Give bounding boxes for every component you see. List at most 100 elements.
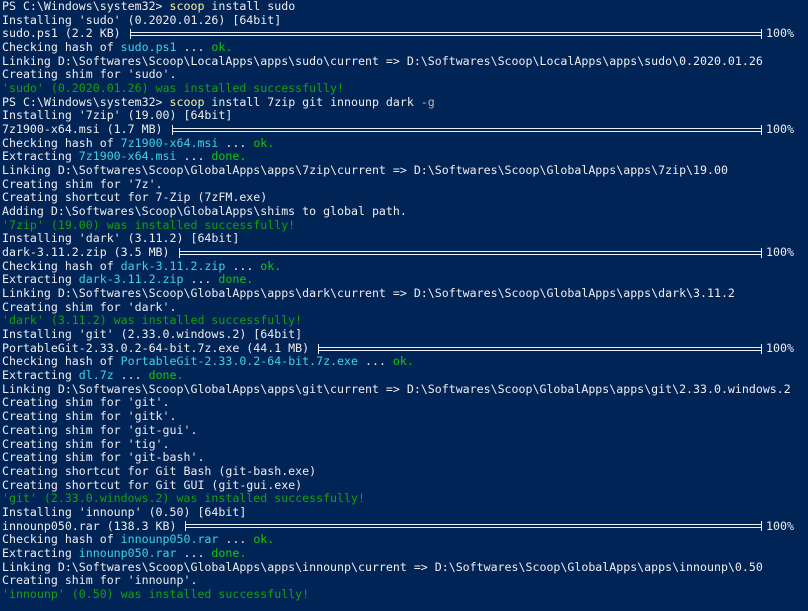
- terminal-text-segment: Extracting: [2, 273, 79, 287]
- terminal-line: Checking hash of innounp050.rar ... ok.: [2, 533, 808, 547]
- terminal-text-segment: 'innounp' (0.50) was installed successfu…: [2, 587, 310, 601]
- progress-percent: 100%: [766, 27, 794, 41]
- terminal-text-segment: Linking D:\Softwares\Scoop\GlobalApps\ap…: [2, 560, 763, 574]
- terminal-text-segment: Checking hash of: [2, 41, 121, 55]
- terminal-text-segment: Installing 'git' (2.33.0.windows.2) [64b…: [2, 328, 303, 342]
- terminal-line: 'dark' (3.11.2) was installed successful…: [2, 314, 808, 328]
- terminal-text-segment: ...: [176, 41, 212, 55]
- progress-bar-fill: [179, 250, 761, 255]
- terminal-line: Linking D:\Softwares\Scoop\GlobalApps\ap…: [2, 383, 808, 397]
- terminal-text-segment: sudo.ps1: [120, 41, 177, 55]
- terminal-text-segment: ...: [176, 546, 212, 560]
- terminal-text-segment: PortableGit-2.33.0.2-64-bit.7z.exe: [120, 355, 358, 369]
- terminal-text-segment: ...: [218, 533, 254, 547]
- progress-percent: 100%: [766, 246, 794, 260]
- progress-bar: [171, 124, 762, 135]
- terminal-line: 'innounp' (0.50) was installed successfu…: [2, 588, 808, 602]
- terminal-text-segment: ok.: [392, 355, 414, 369]
- terminal-text-segment: Installing 'sudo' (0.2020.01.26) [64bit]: [2, 13, 282, 27]
- terminal-line: Checking hash of 7z1900-x64.msi ... ok.: [2, 137, 808, 151]
- progress-bar-fill: [172, 127, 761, 132]
- terminal-line: Creating shim for 'git'.: [2, 396, 808, 410]
- download-progress-line: sudo.ps1 (2.2 KB) 100%: [2, 27, 808, 41]
- progress-bar-fill: [319, 346, 761, 351]
- terminal-text-segment: scoop: [169, 0, 205, 13]
- terminal-text-segment: 'dark' (3.11.2) was installed successful…: [2, 314, 303, 328]
- terminal-text-segment: Creating shortcut for Git Bash (git-bash…: [2, 464, 317, 478]
- terminal-text-segment: Creating shortcut for Git GUI (git-gui.e…: [2, 478, 303, 492]
- terminal-text-segment: Extracting: [2, 369, 79, 383]
- terminal-text-segment: Extracting: [2, 546, 79, 560]
- download-progress-line: innounp050.rar (138.3 KB) 100%: [2, 520, 808, 534]
- terminal-text-segment: Extracting: [2, 150, 79, 164]
- terminal-line: 'git' (2.33.0.windows.2) was installed s…: [2, 492, 808, 506]
- terminal-line: PS C:\Windows\system32> scoop install su…: [2, 0, 808, 14]
- terminal-text-segment: ...: [183, 273, 219, 287]
- terminal-line: Installing '7zip' (19.00) [64bit]: [2, 109, 808, 123]
- terminal-line: Linking D:\Softwares\Scoop\LocalApps\app…: [2, 55, 808, 69]
- terminal-text-segment: done.: [211, 546, 247, 560]
- terminal-text-segment: Creating shim for 'gitk'.: [2, 410, 177, 424]
- terminal-line: '7zip' (19.00) was installed successfull…: [2, 219, 808, 233]
- terminal-text-segment: install sudo: [204, 0, 296, 13]
- terminal-text-segment: dark-3.11.2.zip: [120, 259, 226, 273]
- terminal-text-segment: Checking hash of: [2, 533, 121, 547]
- terminal-text-segment: -g: [420, 95, 435, 109]
- terminal-text-segment: done.: [148, 369, 184, 383]
- terminal-text-segment: Installing 'dark' (3.11.2) [64bit]: [2, 232, 240, 246]
- terminal-text-segment: dl.7z: [78, 369, 114, 383]
- download-progress-line: 7z1900-x64.msi (1.7 MB) 100%: [2, 123, 808, 137]
- progress-bar: [185, 521, 762, 532]
- terminal-text-segment: innounp050.rar: [120, 533, 219, 547]
- terminal-line: Linking D:\Softwares\Scoop\GlobalApps\ap…: [2, 164, 808, 178]
- powershell-terminal[interactable]: PS C:\Windows\system32> scoop install su…: [0, 0, 808, 611]
- terminal-text-segment: Linking D:\Softwares\Scoop\LocalApps\app…: [2, 54, 763, 68]
- terminal-text-segment: 7z1900-x64.msi: [120, 136, 219, 150]
- terminal-text-segment: sudo.ps1 (2.2 KB): [2, 27, 128, 41]
- terminal-text-segment: ok.: [260, 259, 282, 273]
- terminal-line: Creating shim for 'git-gui'.: [2, 424, 808, 438]
- terminal-text-segment: '7zip' (19.00) was installed successfull…: [2, 218, 296, 232]
- terminal-text-segment: innounp050.rar (138.3 KB): [2, 519, 184, 533]
- terminal-text-segment: Checking hash of: [2, 355, 121, 369]
- terminal-line: Checking hash of dark-3.11.2.zip ... ok.: [2, 260, 808, 274]
- terminal-text-segment: 'git' (2.33.0.windows.2) was installed s…: [2, 492, 365, 506]
- terminal-line: Checking hash of sudo.ps1 ... ok.: [2, 41, 808, 55]
- terminal-text-segment: dark-3.11.2.zip (3.5 MB): [2, 246, 177, 260]
- terminal-line: Installing 'git' (2.33.0.windows.2) [64b…: [2, 328, 808, 342]
- terminal-line: Linking D:\Softwares\Scoop\GlobalApps\ap…: [2, 561, 808, 575]
- progress-bar: [129, 29, 762, 40]
- terminal-text-segment: Creating shim for '7z'.: [2, 177, 163, 191]
- terminal-text-segment: ...: [358, 355, 393, 369]
- terminal-text-segment: Creating shim for 'git-gui'.: [2, 423, 198, 437]
- terminal-line: 'sudo' (0.2020.01.26) was installed succ…: [2, 82, 808, 96]
- progress-percent: 100%: [766, 123, 794, 137]
- progress-bar-fill: [186, 524, 761, 529]
- progress-percent: 100%: [766, 341, 794, 355]
- terminal-line: Installing 'dark' (3.11.2) [64bit]: [2, 232, 808, 246]
- terminal-text-segment: ok.: [253, 136, 275, 150]
- terminal-text-segment: Installing 'innounp' (0.50) [64bit]: [2, 505, 247, 519]
- terminal-line: Creating shim for 'innounp'.: [2, 574, 808, 588]
- terminal-text-segment: done.: [218, 273, 254, 287]
- terminal-line: PS C:\Windows\system32> scoop install 7z…: [2, 96, 808, 110]
- terminal-text-segment: PortableGit-2.33.0.2-64-bit.7z.exe (44.1…: [2, 341, 317, 355]
- download-progress-line: PortableGit-2.33.0.2-64-bit.7z.exe (44.1…: [2, 342, 808, 356]
- download-progress-line: dark-3.11.2.zip (3.5 MB) 100%: [2, 246, 808, 260]
- terminal-text-segment: Creating shim for 'sudo'.: [2, 68, 177, 82]
- terminal-text-segment: innounp050.rar: [78, 546, 177, 560]
- terminal-line: Creating shortcut for Git Bash (git-bash…: [2, 465, 808, 479]
- terminal-line: Creating shim for 'git-bash'.: [2, 451, 808, 465]
- terminal-text-segment: Creating shortcut for 7-Zip (7zFM.exe): [2, 191, 268, 205]
- terminal-line: Creating shortcut for 7-Zip (7zFM.exe): [2, 191, 808, 205]
- terminal-text-segment: Linking D:\Softwares\Scoop\GlobalApps\ap…: [2, 164, 728, 178]
- terminal-text-segment: ...: [218, 136, 254, 150]
- terminal-text-segment: Adding D:\Softwares\Scoop\GlobalApps\shi…: [2, 205, 407, 219]
- terminal-text-segment: Checking hash of: [2, 259, 121, 273]
- terminal-line: Installing 'innounp' (0.50) [64bit]: [2, 506, 808, 520]
- terminal-text-segment: ok.: [253, 533, 275, 547]
- terminal-line: Creating shim for 'gitk'.: [2, 410, 808, 424]
- terminal-line: Checking hash of PortableGit-2.33.0.2-64…: [2, 355, 808, 369]
- terminal-text-segment: ok.: [211, 41, 233, 55]
- terminal-text-segment: Linking D:\Softwares\Scoop\GlobalApps\ap…: [2, 287, 735, 301]
